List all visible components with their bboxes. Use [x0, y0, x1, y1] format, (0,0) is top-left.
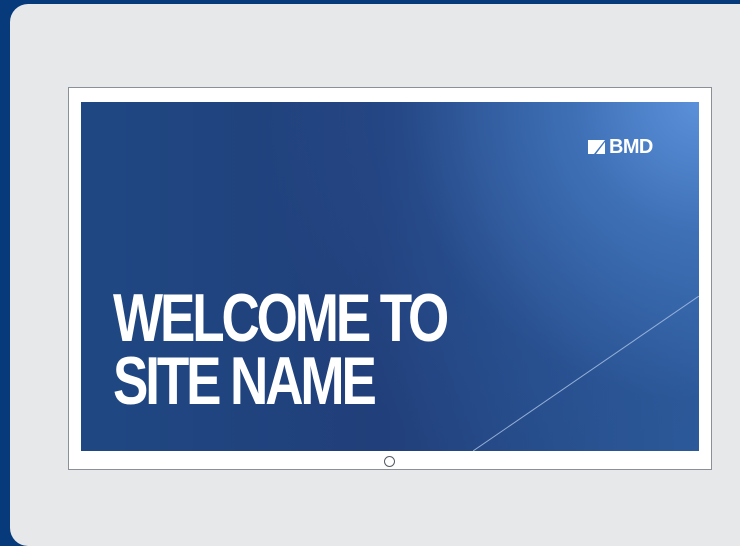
welcome-headline: WELCOME TO SITE NAME — [113, 280, 449, 419]
bmd-logo-icon — [588, 140, 605, 154]
home-button-icon[interactable] — [384, 456, 395, 467]
headline-line-2: SITE NAME — [113, 343, 377, 419]
bmd-logo: BMD — [586, 136, 674, 158]
logo-text: BMD — [609, 136, 653, 158]
headline-line-1: WELCOME TO — [113, 280, 449, 356]
